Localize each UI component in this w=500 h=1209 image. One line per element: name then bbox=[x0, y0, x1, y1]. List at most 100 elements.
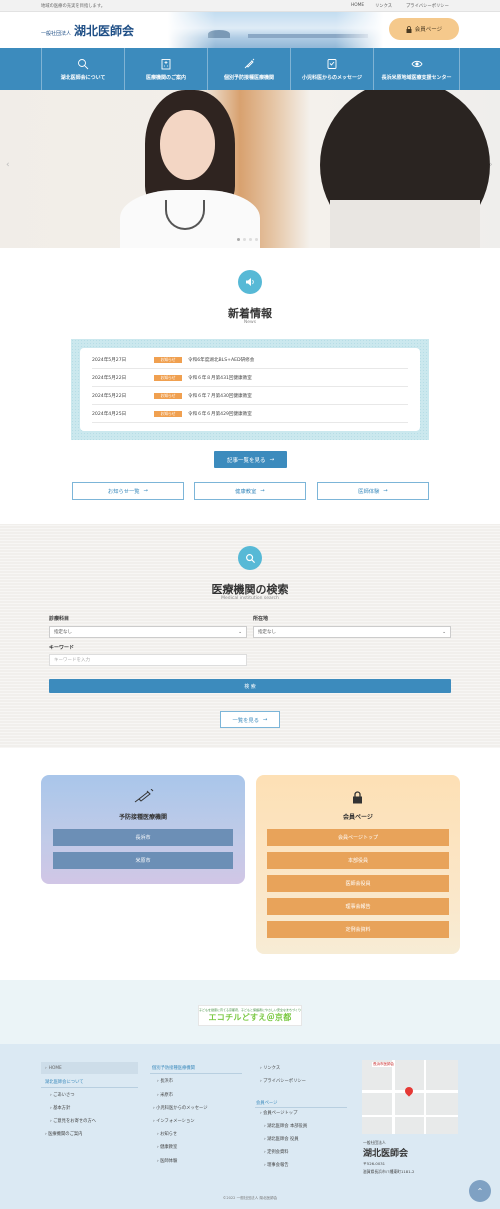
logo-small-text: 一般社団法人 bbox=[41, 31, 72, 37]
area-select[interactable]: 指定なし ⌄ bbox=[253, 626, 451, 638]
member-officers-button[interactable]: 医師会役員 bbox=[267, 875, 449, 892]
search-subtitle: Medical institution search bbox=[221, 596, 279, 601]
slider-dot[interactable] bbox=[237, 238, 240, 241]
footer-message-link[interactable]: › 小児科医からのメッセージ bbox=[153, 1105, 208, 1111]
footer-news-link[interactable]: › お知らせ bbox=[157, 1131, 177, 1137]
footer-vaccine-link[interactable]: 個別予防接種医療機関 bbox=[152, 1065, 195, 1071]
footer-institutions-link[interactable]: › 医療機関のご案内 bbox=[45, 1131, 82, 1137]
banner-name: エコチルどすえ＠京都 bbox=[208, 1013, 292, 1022]
ecochil-banner[interactable]: 子どもを健康に育てる京都府、子どもと保護者にやさしい安全なまちづくり エコチルど… bbox=[198, 1005, 302, 1026]
news-title-text: 令和6年度湖北BLS+AED研修会 bbox=[188, 358, 255, 363]
hospital-icon bbox=[161, 58, 171, 69]
eye-icon bbox=[410, 60, 423, 67]
area-select-value: 指定なし bbox=[258, 630, 276, 635]
footer-member-docs-link[interactable]: › 定例会資料 bbox=[264, 1149, 289, 1155]
logo-main-text: 湖北医師会 bbox=[74, 24, 135, 38]
member-page-label: 会員ページ bbox=[414, 27, 443, 33]
footer-about-link[interactable]: 湖北医師会について bbox=[45, 1079, 84, 1085]
site-logo[interactable]: 一般社団法人 湖北医師会 bbox=[41, 22, 134, 39]
slider-dot[interactable] bbox=[249, 238, 252, 241]
news-category-button[interactable]: 医師体験 → bbox=[317, 482, 429, 500]
news-title: 新着情報 bbox=[228, 307, 272, 320]
member-meeting-docs-button[interactable]: 定例会資料 bbox=[267, 921, 449, 938]
footer-member-link[interactable]: 会員ページ bbox=[256, 1100, 277, 1106]
news-subtitle: News bbox=[243, 320, 257, 325]
map-pin-icon bbox=[403, 1085, 415, 1097]
footer-greeting-link[interactable]: › ごあいさつ bbox=[50, 1092, 75, 1098]
area-label: 所在地 bbox=[253, 616, 269, 622]
search-title: 医療機関の検索 bbox=[211, 583, 289, 596]
arrow-right-icon: → bbox=[383, 488, 388, 494]
footer-address: 滋賀県長浜市八幡東町1181-2 bbox=[363, 1169, 415, 1174]
footer-policy-link[interactable]: › 基本方針 bbox=[50, 1105, 70, 1111]
chevron-down-icon: ⌄ bbox=[238, 629, 242, 635]
footer-privacy-link[interactable]: › プライバシーポリシー bbox=[260, 1078, 306, 1084]
dept-select-value: 指定なし bbox=[54, 630, 72, 635]
footer-health-class-link[interactable]: › 健康教室 bbox=[157, 1144, 177, 1150]
nav-item-about[interactable]: 湖北医師会について bbox=[41, 48, 124, 90]
news-item[interactable]: 2024年5月22日 お知らせ 令和６年７月第430回健康教室 bbox=[92, 388, 408, 405]
tagline: 地域の医療の充実を目指します。 bbox=[41, 4, 106, 9]
footer-maibara-link[interactable]: › 米原市 bbox=[157, 1092, 173, 1098]
lock-icon bbox=[353, 791, 362, 804]
footer-links-link[interactable]: › リンクス bbox=[260, 1065, 280, 1071]
news-badge: お知らせ bbox=[154, 375, 182, 381]
footer-feedback-link[interactable]: › ご意見をお寄せの方へ bbox=[50, 1118, 96, 1124]
news-category-button[interactable]: お知らせ一覧 → bbox=[72, 482, 184, 500]
category-label: 健康教室 bbox=[235, 489, 257, 495]
nav-item-institutions[interactable]: 医療機関のご案内 bbox=[124, 48, 207, 90]
footer-nagahama-link[interactable]: › 長浜市 bbox=[157, 1078, 173, 1084]
syringe-icon bbox=[244, 58, 255, 68]
footer-member-top-link[interactable]: › 会員ページトップ bbox=[260, 1110, 297, 1116]
arrow-right-icon: → bbox=[143, 488, 149, 494]
vaccine-nagahama-button[interactable]: 長浜市 bbox=[53, 829, 233, 846]
vaccine-card-title: 予防接種医療機関 bbox=[118, 814, 167, 821]
top-link-links[interactable]: リンクス bbox=[375, 3, 392, 9]
dept-select[interactable]: 指定なし ⌄ bbox=[49, 626, 247, 638]
footer-member-officers-link[interactable]: › 湖北医師会 役員 bbox=[264, 1136, 299, 1142]
news-more-label: 記事一覧を見る bbox=[226, 457, 266, 464]
chevron-up-icon: ⌃ bbox=[476, 1186, 484, 1196]
slider-prev-arrow-icon[interactable]: ‹ bbox=[6, 160, 10, 170]
news-item[interactable]: 2024年4月25日 お知らせ 令和６年６月第429回健康教室 bbox=[92, 406, 408, 423]
slider-dot[interactable] bbox=[243, 238, 246, 241]
slider-next-arrow-icon[interactable]: › bbox=[489, 160, 493, 170]
news-title-text: 令和６年６月第429回健康教室 bbox=[188, 412, 252, 417]
member-page-button[interactable]: 会員ページ bbox=[389, 18, 459, 40]
vaccine-maibara-button[interactable]: 米原市 bbox=[53, 852, 233, 869]
slider-dot[interactable] bbox=[255, 238, 258, 241]
news-item[interactable]: 2024年5月27日 お知らせ 令和6年度湖北BLS+AED研修会 bbox=[92, 352, 408, 369]
back-to-top-button[interactable]: ⌃ bbox=[469, 1180, 491, 1202]
footer-member-hq-link[interactable]: › 湖北医師会 本部役員 bbox=[264, 1123, 307, 1129]
footer-doctor-experience-link[interactable]: › 医師体験 bbox=[157, 1158, 177, 1164]
location-map[interactable]: 長浜市医師会 bbox=[362, 1060, 458, 1134]
nav-item-vaccine[interactable]: 個別予防接種医療機関 bbox=[207, 48, 290, 90]
nav-label-support-center: 長浜米原地域医療支援センター bbox=[381, 74, 452, 81]
news-badge: お知らせ bbox=[154, 393, 182, 399]
top-link-privacy[interactable]: プライバシーポリシー bbox=[406, 3, 449, 9]
member-top-button[interactable]: 会員ページトップ bbox=[267, 829, 449, 846]
news-category-button[interactable]: 健康教室 → bbox=[194, 482, 306, 500]
member-board-report-button[interactable]: 理事会報告 bbox=[267, 898, 449, 915]
nav-label-institutions: 医療機関のご案内 bbox=[145, 74, 186, 81]
nav-label-vaccine: 個別予防接種医療機関 bbox=[223, 74, 274, 81]
list-button-label: 一覧を見る bbox=[232, 717, 260, 724]
footer-home-link[interactable]: › HOME bbox=[41, 1062, 138, 1074]
news-date: 2024年5月22日 bbox=[92, 376, 127, 381]
top-link-home[interactable]: HOME bbox=[351, 3, 364, 8]
list-button[interactable]: 一覧を見る → bbox=[220, 711, 280, 728]
news-item[interactable]: 2024年5月22日 お知らせ 令和６年８月第431回健康教室 bbox=[92, 370, 408, 387]
keyword-input[interactable]: キーワードを入力 bbox=[49, 654, 247, 666]
footer-member-report-link[interactable]: › 理事会報告 bbox=[264, 1162, 289, 1168]
member-card: 会員ページ 会員ページトップ 本部役員 医師会役員 理事会報告 定例会資料 bbox=[256, 775, 460, 954]
map-label: 長浜市医師会 bbox=[372, 1062, 395, 1067]
news-list: 2024年5月27日 お知らせ 令和6年度湖北BLS+AED研修会 2024年5… bbox=[80, 348, 420, 431]
news-title-text: 令和６年８月第431回健康教室 bbox=[188, 376, 252, 381]
site-footer: › HOME 湖北医師会について › ごあいさつ › 基本方針 › ご意見をお寄せ… bbox=[0, 1044, 500, 1209]
member-headquarters-button[interactable]: 本部役員 bbox=[267, 852, 449, 869]
nav-item-support-center[interactable]: 長浜米原地域医療支援センター bbox=[373, 48, 460, 90]
search-button[interactable]: 検 索 bbox=[49, 679, 451, 693]
news-more-button[interactable]: 記事一覧を見る → bbox=[214, 451, 287, 468]
nav-item-pediatric-message[interactable]: 小児科医からのメッセージ bbox=[290, 48, 373, 90]
footer-information-link[interactable]: › インフォメーション bbox=[153, 1118, 195, 1124]
